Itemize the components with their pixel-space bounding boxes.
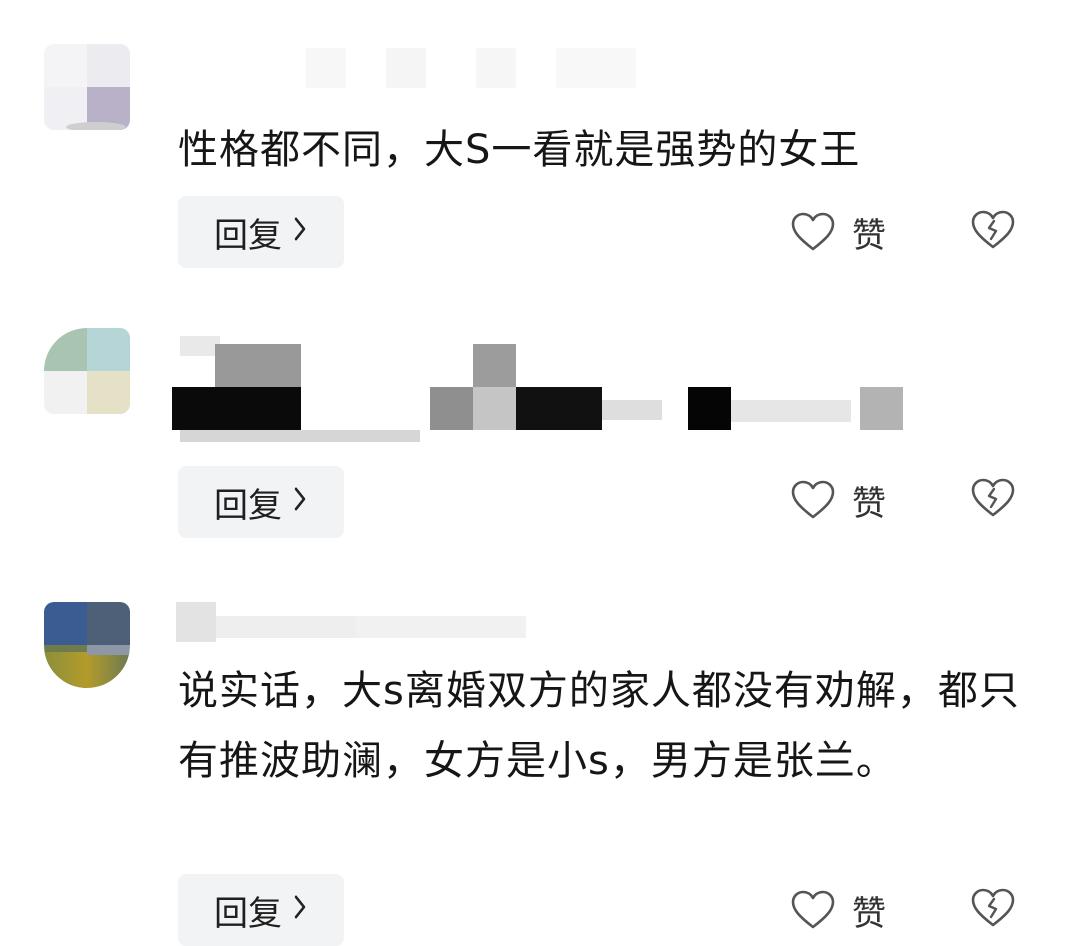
like-label: 赞 xyxy=(852,215,886,256)
reply-button[interactable]: 回复 xyxy=(178,874,344,946)
like-button[interactable]: 赞 xyxy=(790,885,900,935)
like-label: 赞 xyxy=(852,483,886,524)
reply-label: 回复 xyxy=(214,215,282,256)
avatar[interactable] xyxy=(44,602,130,688)
chevron-right-icon xyxy=(294,893,307,928)
heart-outline-icon xyxy=(790,889,836,931)
broken-heart-icon[interactable] xyxy=(970,209,1016,255)
username-redacted[interactable] xyxy=(176,602,536,642)
comment-item-3: 说实话，大s离婚双方的家人都没有劝解，都只有推波助澜，女方是小s，男方是张兰。 … xyxy=(0,580,1080,946)
comment-item-2: 回复 赞 xyxy=(0,290,1080,580)
chevron-right-icon xyxy=(294,215,307,250)
comment-text: 性格都不同，大S一看就是强势的女王 xyxy=(178,127,861,173)
reply-button[interactable]: 回复 xyxy=(178,196,344,268)
chevron-right-icon xyxy=(294,485,307,520)
comment-text: 说实话，大s离婚双方的家人都没有劝解，都只有推波助澜，女方是小s，男方是张兰。 xyxy=(178,668,1020,784)
reply-label: 回复 xyxy=(214,485,282,526)
username-redacted[interactable] xyxy=(176,48,646,88)
avatar[interactable] xyxy=(44,44,130,130)
like-button[interactable]: 赞 xyxy=(790,207,900,257)
comment-item-1: 性格都不同，大S一看就是强势的女王 回复 赞 xyxy=(0,0,1080,290)
broken-heart-icon[interactable] xyxy=(970,887,1016,933)
heart-outline-icon xyxy=(790,479,836,521)
like-button[interactable]: 赞 xyxy=(790,475,900,525)
comment-text-redacted xyxy=(0,290,1080,442)
like-label: 赞 xyxy=(852,893,886,934)
reply-button[interactable]: 回复 xyxy=(178,466,344,538)
heart-outline-icon xyxy=(790,211,836,253)
broken-heart-icon[interactable] xyxy=(970,477,1016,523)
reply-label: 回复 xyxy=(214,893,282,934)
